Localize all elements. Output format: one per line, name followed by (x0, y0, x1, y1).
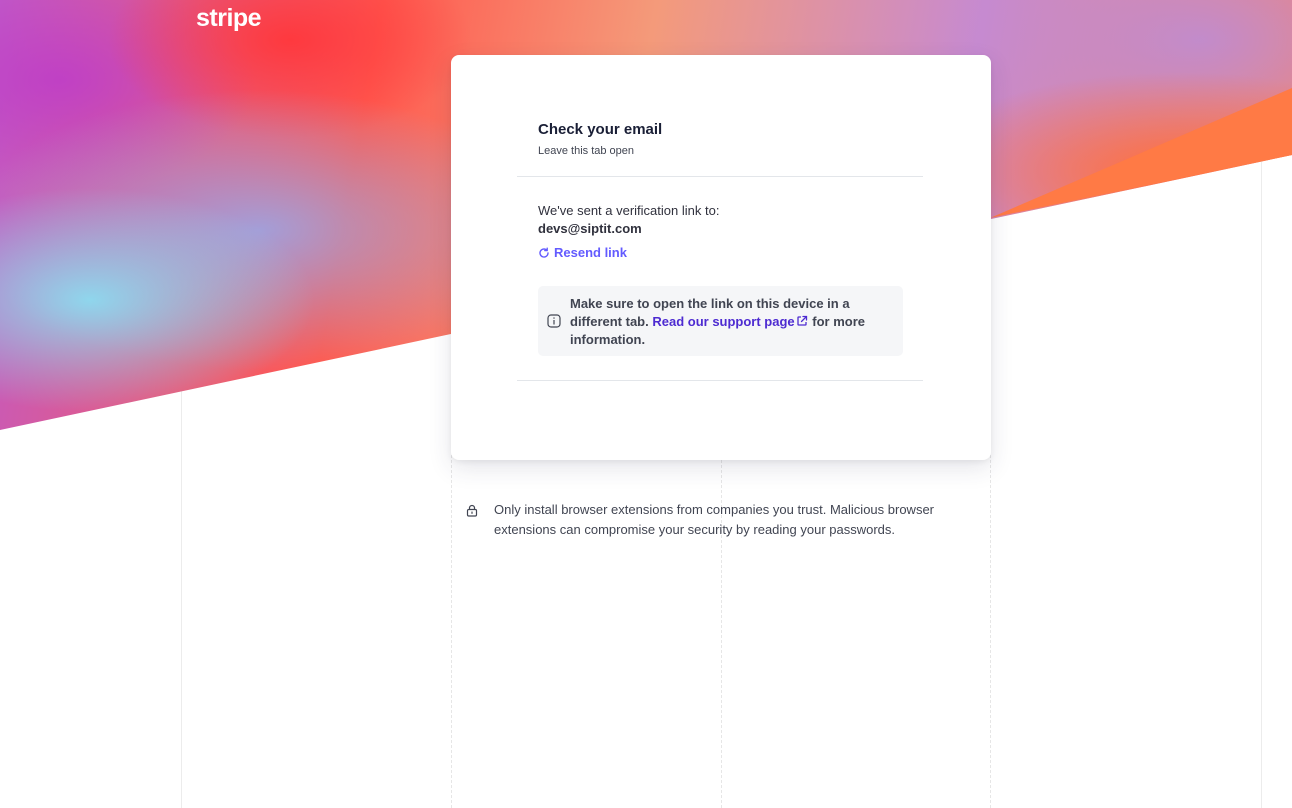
refresh-icon (539, 247, 549, 258)
card-title: Check your email (538, 121, 663, 138)
divider (517, 176, 923, 177)
resend-link-button[interactable]: Resend link (538, 245, 627, 260)
support-page-link-label: Read our support page (652, 314, 795, 329)
page: stripe Check your email Leave this tab o… (0, 0, 1292, 808)
resend-link-label: Resend link (554, 245, 627, 260)
email-address: devs@siptit.com (538, 221, 642, 236)
divider (517, 380, 923, 381)
card-subtitle: Leave this tab open (538, 145, 635, 157)
info-icon (547, 314, 561, 328)
support-page-link[interactable]: Read our support page (652, 314, 808, 329)
info-notice: Make sure to open the link on this devic… (538, 286, 903, 356)
lock-icon (466, 504, 478, 517)
notice-text: Make sure to open the link on this devic… (570, 295, 870, 349)
sent-message: We've sent a verification link to: (538, 203, 720, 218)
stripe-logo[interactable]: stripe (196, 4, 262, 33)
verification-card: Check your email Leave this tab open We'… (451, 55, 991, 460)
security-note: Only install browser extensions from com… (466, 500, 986, 540)
external-link-icon (797, 315, 807, 326)
security-note-text: Only install browser extensions from com… (494, 502, 935, 537)
